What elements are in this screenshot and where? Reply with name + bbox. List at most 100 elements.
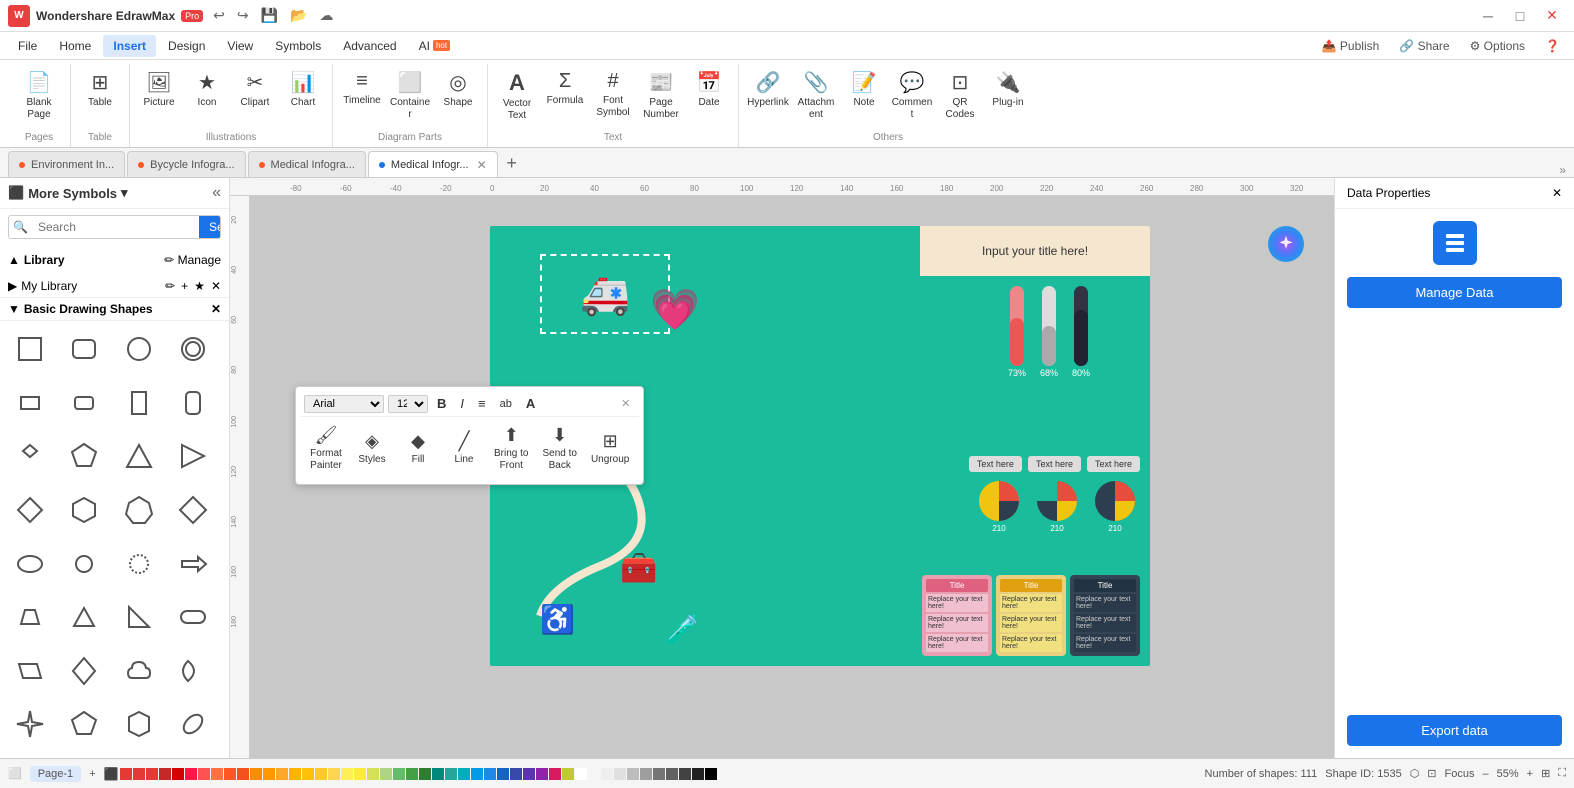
shape-parallelogram[interactable] [8, 649, 52, 693]
my-library-add-btn[interactable]: + [181, 279, 188, 293]
menu-item-design[interactable]: Design [158, 35, 215, 57]
plugin-btn[interactable]: 🔌 Plug-in [985, 66, 1031, 113]
table-btn[interactable]: ⊞ Table [77, 66, 123, 113]
container-btn[interactable]: ⬜ Container [387, 66, 433, 125]
page-tab[interactable]: Page-1 [30, 766, 81, 782]
send-to-back-tool[interactable]: ⬇ Send toBack [536, 421, 582, 476]
publish-btn[interactable]: 📤 Publish [1316, 37, 1386, 55]
sidebar-collapse-btn[interactable]: « [212, 184, 221, 202]
hyperlink-btn[interactable]: 🔗 Hyperlink [745, 66, 791, 113]
shape-triangle-right[interactable] [171, 434, 215, 478]
ungroup-tool[interactable]: ⊞ Ungroup [585, 427, 635, 470]
qr-codes-btn[interactable]: ⊡ QRCodes [937, 66, 983, 125]
icon-btn[interactable]: ★ Icon [184, 66, 230, 113]
shape-triangle-up[interactable] [117, 434, 161, 478]
tab-add-btn[interactable]: + [500, 151, 524, 175]
right-sidebar-close-btn[interactable]: ✕ [1552, 186, 1562, 200]
shape-btn[interactable]: ◎ Shape [435, 66, 481, 113]
options-btn[interactable]: ⚙ Options [1464, 37, 1531, 55]
color-swatch[interactable] [627, 768, 639, 780]
menu-item-advanced[interactable]: Advanced [333, 35, 406, 57]
font-symbol-btn[interactable]: # FontSymbol [590, 66, 636, 123]
cloud-icon[interactable]: ☁ [316, 5, 338, 26]
diagram-background[interactable]: Input your title here! 🚑 [250, 196, 1334, 758]
color-swatch[interactable] [159, 768, 171, 780]
search-button[interactable]: Search [199, 216, 221, 238]
shape-rounded-tall[interactable] [171, 381, 215, 425]
focus-label[interactable]: Focus [1445, 768, 1475, 780]
menu-item-insert[interactable]: Insert [103, 35, 156, 57]
save-icon[interactable]: 💾 [257, 5, 282, 26]
color-swatch[interactable] [250, 768, 262, 780]
timeline-btn[interactable]: ≡ Timeline [339, 66, 385, 111]
shape-diamond-small[interactable] [8, 434, 52, 478]
color-swatch[interactable] [432, 768, 444, 780]
tab-medical2[interactable]: Medical Infogr... ✕ [368, 151, 498, 177]
shape-heptagon[interactable] [117, 488, 161, 532]
color-swatch[interactable] [289, 768, 301, 780]
zoom-icon-plus[interactable]: + [1527, 768, 1533, 780]
comment-btn[interactable]: 💬 Comment [889, 66, 935, 125]
color-swatch[interactable] [575, 768, 587, 780]
color-swatch[interactable] [393, 768, 405, 780]
color-swatch[interactable] [536, 768, 548, 780]
format-painter-tool[interactable]: 🖌 FormatPainter [304, 421, 348, 476]
my-library-edit-btn[interactable]: ✏ [165, 279, 175, 293]
minimize-btn[interactable]: ─ [1474, 6, 1502, 26]
formula-btn[interactable]: Σ Formula [542, 66, 588, 111]
shape-kite[interactable] [62, 649, 106, 693]
tab-medical1[interactable]: Medical Infogra... [248, 151, 366, 177]
shape-oval[interactable] [8, 542, 52, 586]
export-data-btn[interactable]: Export data [1347, 715, 1562, 746]
color-swatch[interactable] [445, 768, 457, 780]
color-swatch[interactable] [133, 768, 145, 780]
shape-arrow-shape[interactable] [171, 542, 215, 586]
shape-hexagon[interactable] [62, 488, 106, 532]
color-swatch[interactable] [146, 768, 158, 780]
bring-to-front-tool[interactable]: ⬆ Bring toFront [488, 421, 534, 476]
color-picker-icon[interactable]: ⬛ [104, 767, 119, 781]
color-swatch[interactable] [484, 768, 496, 780]
color-swatch[interactable] [640, 768, 652, 780]
color-swatch[interactable] [315, 768, 327, 780]
menu-item-file[interactable]: File [8, 35, 47, 57]
color-swatch[interactable] [471, 768, 483, 780]
shape-square[interactable] [8, 327, 52, 371]
redo-btn[interactable]: ↪ [233, 5, 253, 26]
color-swatch[interactable] [354, 768, 366, 780]
undo-btn[interactable]: ↩ [209, 5, 229, 26]
lowercase-btn[interactable]: ab [495, 395, 517, 413]
picture-btn[interactable]: 🖼 Picture [136, 66, 182, 113]
shape-crescent[interactable] [171, 649, 215, 693]
bold-btn[interactable]: B [432, 393, 451, 414]
color-swatch[interactable] [341, 768, 353, 780]
search-input[interactable] [32, 216, 199, 238]
help-btn[interactable]: ❓ [1539, 37, 1566, 55]
shape-cloud[interactable] [117, 649, 161, 693]
color-swatch[interactable] [705, 768, 717, 780]
tab-expand-btn[interactable]: » [1559, 163, 1566, 177]
share-btn[interactable]: 🔗 Share [1393, 37, 1455, 55]
menu-item-symbols[interactable]: Symbols [265, 35, 331, 57]
manage-data-btn[interactable]: Manage Data [1347, 277, 1562, 308]
color-swatch[interactable] [523, 768, 535, 780]
shape-trapezoid[interactable] [8, 595, 52, 639]
color-swatch[interactable] [185, 768, 197, 780]
color-swatch[interactable] [172, 768, 184, 780]
chart-btn[interactable]: 📊 Chart [280, 66, 326, 113]
color-swatch[interactable] [419, 768, 431, 780]
color-swatch[interactable] [666, 768, 678, 780]
shape-pentagon[interactable] [62, 434, 106, 478]
color-swatch[interactable] [601, 768, 613, 780]
shape-rhombus[interactable] [8, 488, 52, 532]
color-swatch[interactable] [458, 768, 470, 780]
manage-btn[interactable]: ✏ Manage [164, 253, 221, 267]
color-swatch[interactable] [367, 768, 379, 780]
menu-item-view[interactable]: View [217, 35, 263, 57]
blank-page-btn[interactable]: 📄 BlankPage [14, 66, 64, 125]
folder-icon[interactable]: 📂 [286, 5, 311, 26]
shape-circle-double[interactable] [171, 327, 215, 371]
menu-item-ai[interactable]: AI hot [409, 35, 460, 57]
font-size-select[interactable]: 12 [388, 395, 428, 413]
ai-assistant-btn[interactable] [1268, 226, 1304, 262]
